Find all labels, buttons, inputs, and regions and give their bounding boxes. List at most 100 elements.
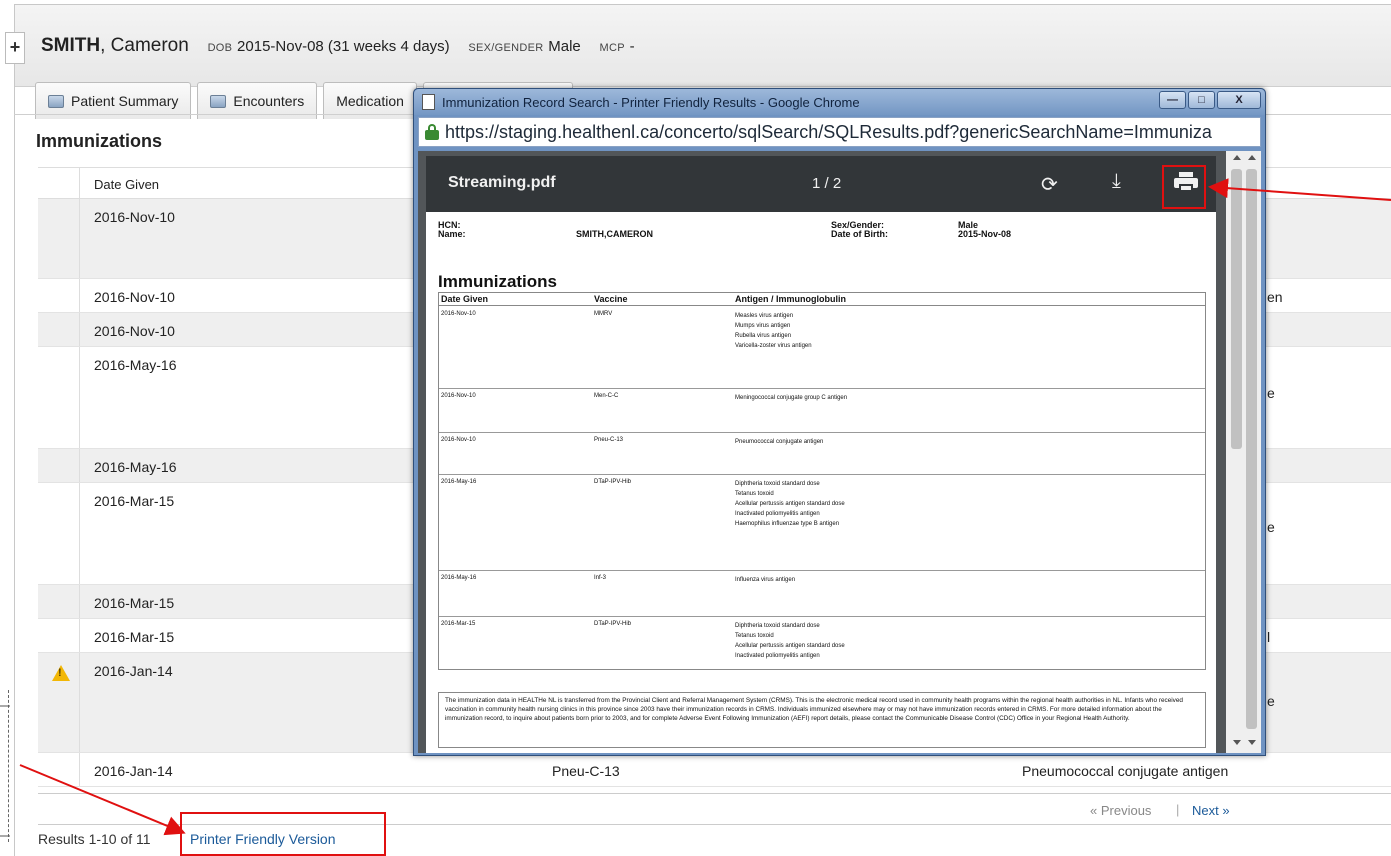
pdf-table-header: Date Given Vaccine Antigen / Immunoglobu… [439, 293, 1205, 306]
pdf-antigen-line: Tetanus toxoid [735, 491, 774, 497]
pdf-antigen-line: Tetanus toxoid [735, 633, 774, 639]
pdf-record-date: 2016-May-16 [441, 479, 477, 485]
date-cell: 2016-Mar-15 [94, 493, 175, 509]
sex-label: SEX/GENDER [468, 42, 544, 54]
flag-cell [38, 279, 80, 312]
pdf-record-date: 2016-Mar-15 [441, 621, 476, 627]
dashed-guide-line [8, 690, 9, 842]
pager-separator: | [1176, 802, 1180, 817]
flag-cell [38, 347, 80, 448]
pdf-viewer: Streaming.pdf 1 / 2 ⟳ ⤓ HCN: Name: SMITH… [418, 151, 1261, 753]
antigen-cell: Pneumococcal conjugate antigen [1022, 763, 1229, 779]
flag-column-header [38, 168, 80, 198]
pdf-record-row: 2016-Nov-10 MMRV Measles virus antigen Mump… [439, 307, 1205, 389]
url-text[interactable]: https://staging.healthenl.ca/concerto/sq… [445, 122, 1212, 143]
pdf-antigen-line: Measles virus antigen [735, 313, 794, 319]
pagination: « Previous | Next » [38, 793, 1391, 825]
pdf-record-antigens: Influenza virus antigen [735, 575, 795, 585]
maximize-button[interactable]: □ [1188, 91, 1215, 109]
pdf-title: Immunizations [438, 272, 558, 291]
pdf-record-date: 2016-Nov-10 [441, 437, 476, 443]
pdf-record-vaccine: DTaP-IPV-Hib [594, 479, 632, 485]
date-cell: 2016-May-16 [94, 357, 177, 373]
pdf-antigen-line: Mumps virus antigen [735, 323, 791, 329]
pdf-record-row: 2016-May-16 Inf-3 Influenza virus antigen [439, 571, 1205, 617]
pdf-record-date: 2016-Nov-10 [441, 311, 476, 317]
window-title: Immunization Record Search - Printer Fri… [442, 95, 860, 110]
pdf-antigen-line: Haemophilus influenzae type B antigen [735, 521, 840, 527]
pdf-record-antigens: Diphtheria toxoid standard dose Tetanus t… [735, 479, 845, 529]
previous-page-link[interactable]: « Previous [1090, 803, 1151, 818]
pdf-record-date: 2016-Nov-10 [441, 393, 476, 399]
pdf-toolbar: Streaming.pdf 1 / 2 ⟳ ⤓ [426, 156, 1216, 212]
antigen-cell: e [1267, 693, 1275, 709]
pdf-record-antigens: Meningococcal conjugate group C antigen [735, 393, 847, 403]
date-cell: 2016-Mar-15 [94, 629, 175, 645]
pdf-record-date: 2016-May-16 [441, 575, 477, 581]
dob-label: DOB [207, 42, 233, 54]
date-cell: 2016-Nov-10 [94, 209, 175, 225]
mcp-label: MCP [599, 42, 625, 54]
pdf-antigen-line: Inactivated poliomyelitis antigen [735, 511, 820, 517]
date-cell: 2016-Jan-14 [94, 663, 173, 679]
table-row[interactable]: 2016-Jan-14 Pneu-C-13 Pneumococcal conju… [38, 753, 1391, 787]
antigen-cell: e [1267, 519, 1275, 535]
pdf-record-antigens: Pneumococcal conjugate antigen [735, 437, 823, 447]
print-icon[interactable] [1174, 172, 1198, 194]
pdf-record-antigens: Diphtheria toxoid standard dose Tetanus t… [735, 621, 845, 661]
next-page-link[interactable]: Next » [1192, 803, 1230, 818]
flag-cell [38, 753, 80, 786]
close-button[interactable]: X [1217, 91, 1261, 109]
vaccine-cell: Pneu-C-13 [552, 763, 620, 779]
flag-cell [38, 199, 80, 278]
encounters-icon [210, 94, 227, 108]
patient-given-name: Cameron [110, 35, 189, 56]
pdf-record-vaccine: MMRV [594, 311, 613, 317]
mcp-value: - [629, 38, 635, 55]
sex-value: Male [548, 38, 581, 55]
pdf-antigen-line: Varicella-zoster virus antigen [735, 343, 812, 349]
date-cell: 2016-Mar-15 [94, 595, 175, 611]
flag-cell [38, 313, 80, 346]
pdf-antigen-line: Diphtheria toxoid standard dose [735, 481, 820, 487]
summary-icon [48, 94, 64, 108]
address-bar[interactable]: https://staging.healthenl.ca/concerto/sq… [418, 117, 1261, 147]
pdf-antigen-line: Acellular pertussis antigen standard dos… [735, 501, 845, 507]
flag-cell [38, 653, 80, 752]
pdf-page-indicator: 1 / 2 [812, 175, 842, 192]
printer-friendly-link[interactable]: Printer Friendly Version [190, 831, 336, 847]
pdf-antigen-line: Meningococcal conjugate group C antigen [735, 395, 848, 401]
pdf-record-vaccine: DTaP-IPV-Hib [594, 621, 632, 627]
pdf-antigen-line: Rubella virus antigen [735, 333, 792, 339]
date-cell: 2016-May-16 [94, 459, 177, 475]
col-vaccine: Vaccine [594, 294, 628, 304]
pdf-page: HCN: Name: SMITH,CAMERON Sex/Gender: Mal… [426, 212, 1216, 753]
date-given-header[interactable]: Date Given [94, 177, 159, 192]
pdf-scrollbar[interactable] [1226, 151, 1261, 753]
pdf-record-antigens: Measles virus antigen Mumps virus antigen… [735, 311, 812, 351]
warning-icon[interactable] [52, 665, 70, 681]
pdf-immunization-table: Date Given Vaccine Antigen / Immunoglobu… [438, 292, 1206, 670]
expand-banner-button[interactable]: + [5, 32, 25, 64]
dob-value: 2015-Nov-08 [958, 229, 1012, 239]
window-controls: — □ X [1157, 91, 1261, 109]
antigen-cell: e [1267, 385, 1275, 401]
col-date: Date Given [441, 294, 489, 304]
patient-info-line: SMITH, Cameron DOB 2015-Nov-08 (31 weeks… [41, 35, 635, 57]
dob-value: 2015-Nov-08 (31 weeks 4 days) [237, 38, 450, 55]
window-titlebar[interactable]: Immunization Record Search - Printer Fri… [414, 89, 1265, 115]
scroll-thumb[interactable] [1231, 169, 1242, 449]
date-cell: 2016-Nov-10 [94, 323, 175, 339]
rotate-icon[interactable]: ⟳ [1041, 172, 1058, 197]
pdf-record-row: 2016-May-16 DTaP-IPV-Hib Diphtheria toxoid… [439, 475, 1205, 571]
pdf-record-vaccine: Men-C-C [594, 393, 619, 399]
pdf-antigen-line: Inactivated poliomyelitis antigen [735, 653, 820, 659]
page-icon [422, 94, 435, 110]
minimize-button[interactable]: — [1159, 91, 1186, 109]
flag-cell [38, 449, 80, 482]
pdf-filename: Streaming.pdf [448, 174, 556, 191]
download-icon[interactable]: ⤓ [1112, 170, 1121, 193]
pdf-record-row: 2016-Nov-10 Pneu-C-13 Pneumococcal conjuga… [439, 433, 1205, 475]
pdf-antigen-line: Acellular pertussis antigen standard dos… [735, 643, 845, 649]
flag-cell [38, 483, 80, 584]
